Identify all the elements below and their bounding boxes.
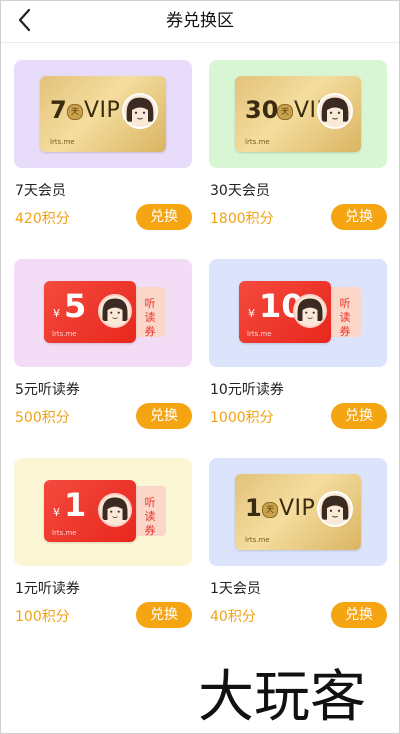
exchange-item[interactable]: 听读券 ¥1 lrts.me 1元听读券 100积分 兑换 [14, 458, 192, 630]
exchange-item[interactable]: 7 天 VIP lrts.me 7天会员 420积分 兑换 [14, 60, 192, 232]
item-name: 1元听读券 [15, 581, 80, 597]
item-points: 500积分 [15, 410, 70, 426]
item-name: 10元听读券 [210, 382, 284, 398]
avatar-icon [317, 93, 353, 129]
brand-text: lrts.me [50, 138, 75, 146]
item-name: 1天会员 [210, 581, 261, 597]
voucher-body: ¥5 lrts.me [44, 281, 136, 343]
item-points: 1800积分 [210, 211, 274, 227]
day-badge: 天 [262, 502, 278, 518]
avatar-icon [122, 93, 158, 129]
watermark-text: 大玩客 [198, 665, 366, 728]
item-thumbnail[interactable]: 听读券 ¥1 lrts.me [14, 458, 192, 566]
exchange-item[interactable]: 听读券 ¥10 lrts.me 10元听读券 1000积分 兑换 [209, 259, 387, 431]
item-points: 40积分 [210, 609, 256, 625]
voucher-tab-text: 听读券 [339, 297, 351, 338]
item-thumbnail[interactable]: 1 天 VIP lrts.me [209, 458, 387, 566]
item-points: 1000积分 [210, 410, 274, 426]
vip-days-number: 1 [245, 494, 262, 522]
vip-days-number: 30 [245, 96, 279, 124]
voucher-tab-text: 听读券 [144, 496, 156, 537]
voucher-amount: 5 [64, 287, 87, 325]
avatar-icon [293, 294, 327, 328]
item-thumbnail[interactable]: 7 天 VIP lrts.me [14, 60, 192, 168]
day-badge: 天 [67, 104, 83, 120]
vip-card-image: 30 天 VIP lrts.me [235, 76, 361, 152]
yen-symbol: ¥ [53, 307, 60, 320]
avatar-icon [98, 294, 132, 328]
redeem-button[interactable]: 兑换 [136, 602, 192, 628]
brand-text: lrts.me [245, 536, 270, 544]
top-nav-bar: 券兑换区 [0, 0, 400, 43]
voucher-body: ¥10 lrts.me [239, 281, 331, 343]
watermark-logo: 大玩客 [198, 665, 366, 730]
watermark: 大玩客 [196, 658, 400, 730]
page-title: 券兑换区 [166, 11, 234, 31]
redeem-button[interactable]: 兑换 [136, 204, 192, 230]
voucher-image: 听读券 ¥5 lrts.me [44, 281, 166, 343]
exchange-item[interactable]: 1 天 VIP lrts.me 1天会员 40积分 兑换 [209, 458, 387, 630]
day-badge: 天 [277, 104, 293, 120]
brand-text: lrts.me [52, 529, 77, 537]
item-name: 30天会员 [210, 183, 270, 199]
voucher-amount: 1 [64, 486, 87, 524]
redeem-button[interactable]: 兑换 [331, 204, 387, 230]
brand-text: lrts.me [52, 330, 77, 338]
redeem-button[interactable]: 兑换 [331, 602, 387, 628]
vip-card-image: 1 天 VIP lrts.me [235, 474, 361, 550]
redeem-button[interactable]: 兑换 [136, 403, 192, 429]
avatar-icon [317, 491, 353, 527]
yen-symbol: ¥ [248, 307, 255, 320]
item-thumbnail[interactable]: 听读券 ¥10 lrts.me [209, 259, 387, 367]
item-points: 100积分 [15, 609, 70, 625]
voucher-body: ¥1 lrts.me [44, 480, 136, 542]
voucher-tab-text: 听读券 [144, 297, 156, 338]
exchange-item[interactable]: 听读券 ¥5 lrts.me 5元听读券 500积分 兑换 [14, 259, 192, 431]
avatar-icon [98, 493, 132, 527]
item-name: 5元听读券 [15, 382, 80, 398]
item-name: 7天会员 [15, 183, 66, 199]
item-thumbnail[interactable]: 30 天 VIP lrts.me [209, 60, 387, 168]
redeem-button[interactable]: 兑换 [331, 403, 387, 429]
brand-text: lrts.me [245, 138, 270, 146]
voucher-image: 听读券 ¥10 lrts.me [239, 281, 361, 343]
item-points: 420积分 [15, 211, 70, 227]
voucher-tab: 听读券 [133, 287, 166, 338]
brand-text: lrts.me [247, 330, 272, 338]
voucher-tab: 听读券 [133, 486, 166, 537]
vip-card-image: 7 天 VIP lrts.me [40, 76, 166, 152]
vip-label: VIP [84, 98, 121, 123]
item-thumbnail[interactable]: 听读券 ¥5 lrts.me [14, 259, 192, 367]
yen-symbol: ¥ [53, 506, 60, 519]
voucher-image: 听读券 ¥1 lrts.me [44, 480, 166, 542]
vip-days-number: 7 [50, 96, 67, 124]
exchange-item[interactable]: 30 天 VIP lrts.me 30天会员 1800积分 兑换 [209, 60, 387, 232]
voucher-tab: 听读券 [328, 287, 361, 338]
vip-label: VIP [279, 496, 316, 521]
